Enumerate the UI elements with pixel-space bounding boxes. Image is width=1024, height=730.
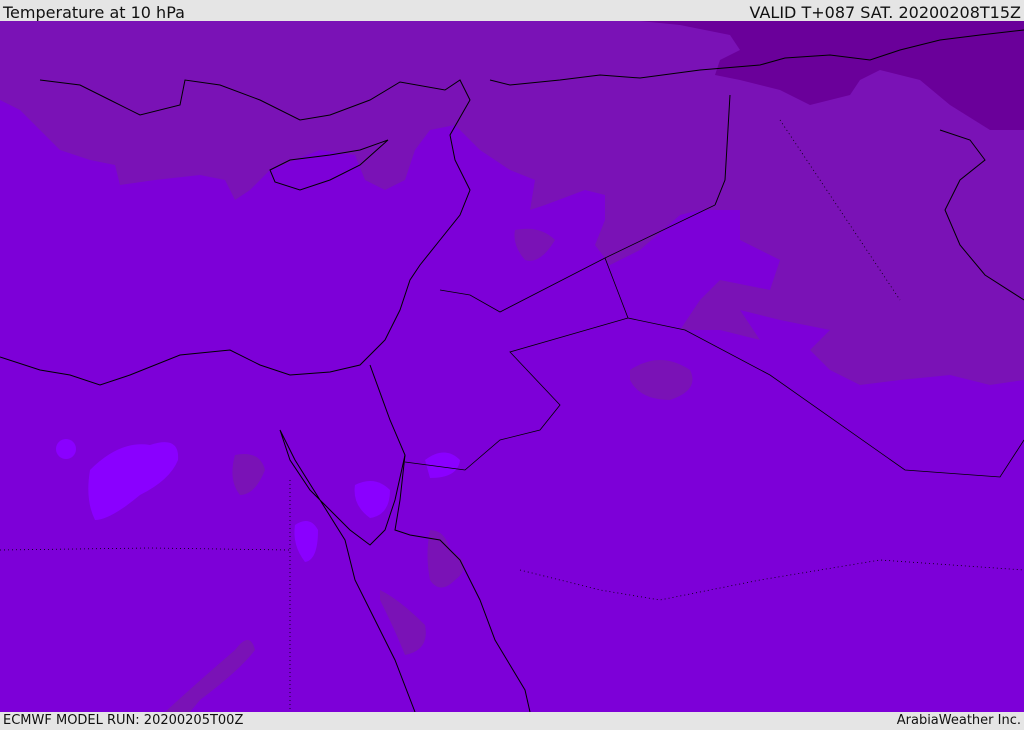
header-bar: Temperature at 10 hPa VALID T+087 SAT. 2… bbox=[0, 0, 1024, 22]
warm-patch bbox=[56, 439, 76, 459]
credit: ArabiaWeather Inc. bbox=[896, 713, 1021, 728]
footer-bar: ECMWF MODEL RUN: 20200205T00Z ArabiaWeat… bbox=[0, 712, 1024, 729]
model-run: ECMWF MODEL RUN: 20200205T00Z bbox=[3, 713, 244, 728]
temperature-map[interactable] bbox=[0, 21, 1024, 712]
